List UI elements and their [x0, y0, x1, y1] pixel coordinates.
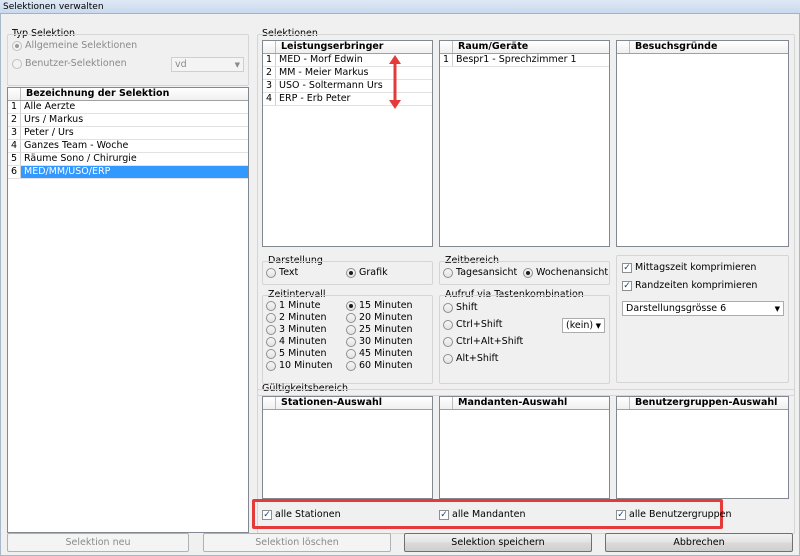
shift-radio[interactable] — [443, 303, 453, 313]
ctrl-alt-shift-label: Ctrl+Alt+Shift — [456, 336, 524, 347]
interval-60-radio[interactable] — [346, 361, 356, 371]
mittagszeit-label: Mittagszeit komprimieren — [635, 262, 757, 273]
benutzer-label: Benutzer-Selektionen — [25, 58, 127, 69]
tagesansicht-radio[interactable] — [443, 268, 453, 278]
benutzergruppen-header: Benutzergruppen-Auswahl — [617, 397, 788, 410]
interval-3-label: 3 Minuten — [279, 324, 327, 335]
interval-45-label: 45 Minuten — [359, 348, 413, 359]
darstellung-text-radio[interactable] — [266, 268, 276, 278]
alle-benutzergruppen-label: alle Benutzergruppen — [629, 509, 732, 520]
leistungserbringer-list[interactable]: Leistungserbringer 1 MED - Morf Edwin 2 MM… — [262, 40, 433, 247]
options-group — [616, 255, 789, 383]
interval-30-radio[interactable] — [346, 337, 356, 347]
mandanten-header: Mandanten-Auswahl — [440, 397, 609, 410]
alt-shift-radio[interactable] — [443, 354, 453, 364]
besuchsgruende-list[interactable]: Besuchsgründe — [616, 40, 789, 247]
interval-25-radio[interactable] — [346, 325, 356, 335]
chevron-down-icon: ▼ — [595, 322, 601, 330]
alle-stationen-label: alle Stationen — [275, 509, 341, 520]
interval-2-radio[interactable] — [266, 313, 276, 323]
darstellung-grafik-label: Grafik — [359, 267, 388, 278]
tastenkombination-value: (kein) — [566, 320, 594, 331]
user-combo[interactable]: vd ▼ — [171, 57, 244, 72]
selektion-neu-button[interactable]: Selektion neu — [7, 533, 189, 552]
list-item[interactable]: 2 MM - Meier Markus — [263, 67, 432, 80]
allgemeine-radio[interactable] — [12, 41, 22, 51]
list-item[interactable]: 3 USO - Soltermann Urs — [263, 80, 432, 93]
interval-1-radio[interactable] — [266, 301, 276, 311]
list-item[interactable]: 1 Bespr1 - Sprechzimmer 1 — [440, 54, 609, 67]
allgemeine-label: Allgemeine Selektionen — [25, 40, 138, 51]
chevron-down-icon: ▼ — [774, 305, 780, 313]
randzeiten-checkbox[interactable]: ✓ — [622, 281, 632, 291]
abbrechen-button[interactable]: Abbrechen — [605, 533, 793, 552]
list-item[interactable]: 1 Alle Aerzte — [8, 101, 248, 114]
ctrl-shift-label: Ctrl+Shift — [456, 319, 503, 330]
alt-shift-label: Alt+Shift — [456, 353, 499, 364]
alle-mandanten-label: alle Mandanten — [452, 509, 526, 520]
tastenkombination-combo[interactable]: (kein) ▼ — [562, 318, 605, 333]
darstellungsgroesse-value: Darstellungsgrösse 6 — [626, 303, 727, 314]
chevron-down-icon: ▼ — [234, 61, 240, 69]
darstellung-text-label: Text — [279, 267, 299, 278]
shift-label: Shift — [456, 302, 478, 313]
interval-5-radio[interactable] — [266, 349, 276, 359]
interval-2-label: 2 Minuten — [279, 312, 327, 323]
raum-header: Raum/Geräte — [440, 41, 609, 54]
darstellung-grafik-radio[interactable] — [346, 268, 356, 278]
list-item[interactable]: 4 ERP - Erb Peter — [263, 93, 432, 106]
interval-10-radio[interactable] — [266, 361, 276, 371]
list-item[interactable]: 2 Urs / Markus — [8, 114, 248, 127]
wochenansicht-label: Wochenansicht — [536, 267, 609, 278]
benutzer-radio[interactable] — [12, 59, 22, 69]
darstellungsgroesse-combo[interactable]: Darstellungsgrösse 6 ▼ — [622, 301, 784, 316]
window-title: Selektionen verwalten — [0, 0, 800, 14]
list-item[interactable]: 3 Peter / Urs — [8, 127, 248, 140]
wochenansicht-radio[interactable] — [523, 268, 533, 278]
selektion-speichern-button[interactable]: Selektion speichern — [404, 533, 592, 552]
interval-15-radio[interactable] — [346, 301, 356, 311]
list-item[interactable]: 5 Räume Sono / Chirurgie — [8, 153, 248, 166]
stationen-header: Stationen-Auswahl — [263, 397, 432, 410]
interval-30-label: 30 Minuten — [359, 336, 413, 347]
leistungserbringer-header: Leistungserbringer — [263, 41, 432, 54]
list-item[interactable]: 1 MED - Morf Edwin — [263, 54, 432, 67]
mandanten-list[interactable]: Mandanten-Auswahl — [439, 396, 610, 499]
interval-20-label: 20 Minuten — [359, 312, 413, 323]
mittagszeit-checkbox[interactable]: ✓ — [622, 263, 632, 273]
interval-60-label: 60 Minuten — [359, 360, 413, 371]
raum-list[interactable]: Raum/Geräte 1 Bespr1 - Sprechzimmer 1 — [439, 40, 610, 247]
interval-45-radio[interactable] — [346, 349, 356, 359]
randzeiten-label: Randzeiten komprimieren — [635, 280, 758, 291]
user-combo-value: vd — [175, 59, 187, 70]
interval-20-radio[interactable] — [346, 313, 356, 323]
alle-benutzergruppen-checkbox[interactable]: ✓ — [616, 510, 626, 520]
alle-mandanten-checkbox[interactable]: ✓ — [439, 510, 449, 520]
bezeichnung-list[interactable]: Bezeichnung der Selektion 1 Alle Aerzte 2… — [7, 87, 249, 533]
interval-4-radio[interactable] — [266, 337, 276, 347]
tagesansicht-label: Tagesansicht — [456, 267, 518, 278]
list-item[interactable]: 4 Ganzes Team - Woche — [8, 140, 248, 153]
interval-25-label: 25 Minuten — [359, 324, 413, 335]
dialog-body: Typ Selektion Allgemeine Selektionen Ben… — [0, 14, 800, 556]
reorder-arrow-icon — [389, 55, 401, 109]
interval-1-label: 1 Minute — [279, 300, 321, 311]
interval-5-label: 5 Minuten — [279, 348, 327, 359]
ctrl-shift-radio[interactable] — [443, 320, 453, 330]
interval-4-label: 4 Minuten — [279, 336, 327, 347]
interval-3-radio[interactable] — [266, 325, 276, 335]
interval-15-label: 15 Minuten — [359, 300, 413, 311]
besuchsgruende-header: Besuchsgründe — [617, 41, 788, 54]
interval-10-label: 10 Minuten — [279, 360, 333, 371]
selektion-loeschen-button[interactable]: Selektion löschen — [203, 533, 391, 552]
alle-stationen-checkbox[interactable]: ✓ — [262, 510, 272, 520]
bezeichnung-header: Bezeichnung der Selektion — [8, 88, 248, 101]
benutzergruppen-list[interactable]: Benutzergruppen-Auswahl — [616, 396, 789, 499]
ctrl-alt-shift-radio[interactable] — [443, 337, 453, 347]
stationen-list[interactable]: Stationen-Auswahl — [262, 396, 433, 499]
list-item-selected[interactable]: 6 MED/MM/USO/ERP — [8, 166, 248, 179]
